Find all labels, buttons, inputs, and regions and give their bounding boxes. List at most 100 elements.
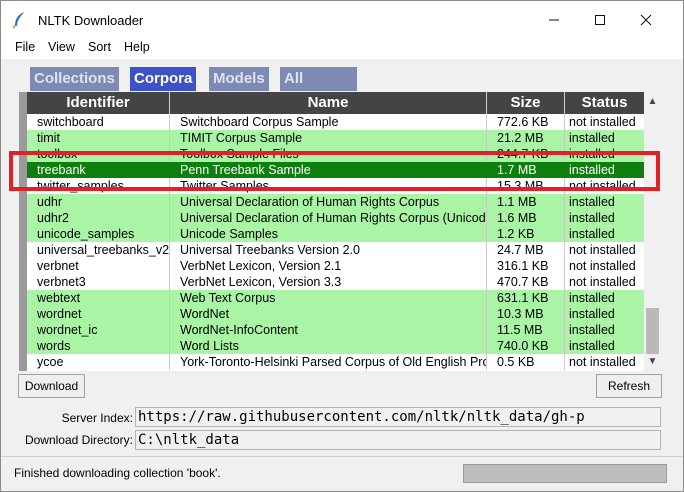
cell-status: installed: [569, 339, 615, 353]
cell-name: TIMIT Corpus Sample: [170, 130, 487, 146]
table-row[interactable]: switchboard Switchboard Corpus Sample 772.…: [27, 114, 644, 130]
scroll-up-icon[interactable]: ▲: [644, 94, 661, 110]
cell-name: Unicode Samples: [170, 226, 487, 242]
cell-identifier: webtext: [27, 290, 170, 306]
feather-icon: [12, 11, 26, 29]
table-row[interactable]: wordnet WordNet 10.3 MB installed: [27, 306, 644, 322]
table-row[interactable]: ycoe York-Toronto-Helsinki Parsed Corpus …: [27, 354, 644, 370]
cell-status: not installed: [569, 355, 636, 369]
cell-size: 11.5 MB: [487, 322, 565, 338]
maximize-button[interactable]: [577, 1, 623, 39]
cell-identifier: wordnet_ic: [27, 322, 170, 338]
cell-size: 0.5 KB: [487, 354, 565, 370]
cell-name: WordNet: [170, 306, 487, 322]
server-index-field[interactable]: https://raw.githubusercontent.com/nltk/n…: [135, 407, 661, 427]
table-left-strip: [19, 92, 27, 371]
cell-identifier: switchboard: [27, 114, 170, 130]
cell-identifier: udhr2: [27, 210, 170, 226]
close-icon: [640, 14, 652, 26]
cell-status: installed: [569, 323, 615, 337]
cell-status: not installed: [569, 259, 636, 273]
header-name[interactable]: Name: [170, 92, 487, 114]
cell-status: installed: [569, 227, 615, 241]
scroll-down-icon[interactable]: ▼: [644, 354, 661, 370]
tab-corpora[interactable]: Corpora: [130, 67, 197, 91]
download-directory-label: Download Directory:: [24, 433, 133, 447]
cell-status: installed: [569, 211, 615, 225]
cell-name: York-Toronto-Helsinki Parsed Corpus of O…: [170, 354, 487, 370]
download-directory-field[interactable]: C:\nltk_data: [135, 430, 661, 450]
cell-status: installed: [569, 195, 615, 209]
cell-status: not installed: [569, 275, 636, 289]
cell-name: Universal Treebanks Version 2.0: [170, 242, 487, 258]
cell-identifier: timit: [27, 130, 170, 146]
cell-size: 1.2 KB: [487, 226, 565, 242]
cell-size: 740.0 KB: [487, 338, 565, 354]
cell-identifier: unicode_samples: [27, 226, 170, 242]
refresh-button[interactable]: Refresh: [596, 374, 662, 398]
table-row[interactable]: timit TIMIT Corpus Sample 21.2 MB installed: [27, 130, 644, 146]
table-row[interactable]: udhr2 Universal Declaration of Human Righ…: [27, 210, 644, 226]
cell-name: VerbNet Lexicon, Version 2.1: [170, 258, 487, 274]
cell-identifier: verbnet: [27, 258, 170, 274]
table-header: Identifier Name Size Status: [27, 92, 644, 114]
maximize-icon: [595, 15, 605, 25]
download-button[interactable]: Download: [18, 374, 85, 398]
header-size[interactable]: Size: [487, 92, 565, 114]
cell-size: 1.6 MB: [487, 210, 565, 226]
close-button[interactable]: [623, 1, 669, 39]
cell-identifier: verbnet3: [27, 274, 170, 290]
menu-view[interactable]: View: [48, 40, 75, 54]
cell-status: installed: [569, 307, 615, 321]
tab-all-packages[interactable]: All Packages: [280, 67, 358, 111]
status-message: Finished downloading collection 'book'.: [14, 466, 221, 480]
cell-status: not installed: [569, 115, 636, 129]
table-row[interactable]: udhr Universal Declaration of Human Right…: [27, 194, 644, 210]
scroll-thumb[interactable]: [646, 308, 659, 354]
table-scrollbar[interactable]: ▲ ▼: [644, 92, 661, 371]
table-row[interactable]: webtext Web Text Corpus 631.1 KB installed: [27, 290, 644, 306]
cell-name: Switchboard Corpus Sample: [170, 114, 487, 130]
cell-identifier: universal_treebanks_v20: [27, 242, 170, 258]
cell-size: 24.7 MB: [487, 242, 565, 258]
minimize-button[interactable]: [531, 1, 577, 39]
menu-sort[interactable]: Sort: [88, 40, 111, 54]
cell-name: Web Text Corpus: [170, 290, 487, 306]
cell-status: installed: [569, 131, 615, 145]
header-identifier[interactable]: Identifier: [27, 92, 170, 114]
cell-identifier: ycoe: [27, 354, 170, 370]
table-row[interactable]: universal_treebanks_v20 Universal Treeban…: [27, 242, 644, 258]
table-row[interactable]: words Word Lists 740.0 KB installed: [27, 338, 644, 354]
cell-size: 631.1 KB: [487, 290, 565, 306]
status-divider: [1, 456, 683, 457]
table-row[interactable]: wordnet_ic WordNet-InfoContent 11.5 MB inst…: [27, 322, 644, 338]
cell-size: 21.2 MB: [487, 130, 565, 146]
nltk-downloader-window: NLTK Downloader File View Sort Help Coll…: [0, 0, 684, 492]
cell-name: Universal Declaration of Human Rights Co…: [170, 210, 487, 226]
cell-identifier: udhr: [27, 194, 170, 210]
cell-name: WordNet-InfoContent: [170, 322, 487, 338]
progress-bar: [463, 464, 667, 483]
tab-models[interactable]: Models: [209, 67, 269, 91]
cell-size: 470.7 KB: [487, 274, 565, 290]
cell-size: 10.3 MB: [487, 306, 565, 322]
table-row[interactable]: unicode_samples Unicode Samples 1.2 KB inst…: [27, 226, 644, 242]
table-row[interactable]: verbnet3 VerbNet Lexicon, Version 3.3 470.…: [27, 274, 644, 290]
server-index-label: Server Index:: [61, 411, 133, 425]
cell-name: Universal Declaration of Human Rights Co…: [170, 194, 487, 210]
menu-file[interactable]: File: [15, 40, 35, 54]
menu-help[interactable]: Help: [124, 40, 150, 54]
title-bar: NLTK Downloader: [1, 1, 683, 39]
cell-size: 772.6 KB: [487, 114, 565, 130]
window-title: NLTK Downloader: [38, 13, 144, 28]
cell-identifier: words: [27, 338, 170, 354]
table-row[interactable]: verbnet VerbNet Lexicon, Version 2.1 316.1…: [27, 258, 644, 274]
menu-bar: File View Sort Help: [1, 39, 683, 59]
cell-status: installed: [569, 291, 615, 305]
cell-name: VerbNet Lexicon, Version 3.3: [170, 274, 487, 290]
cell-size: 1.1 MB: [487, 194, 565, 210]
tab-collections[interactable]: Collections: [30, 67, 119, 91]
highlight-annotation-box: [9, 151, 660, 191]
header-status[interactable]: Status: [565, 92, 644, 114]
cell-size: 316.1 KB: [487, 258, 565, 274]
